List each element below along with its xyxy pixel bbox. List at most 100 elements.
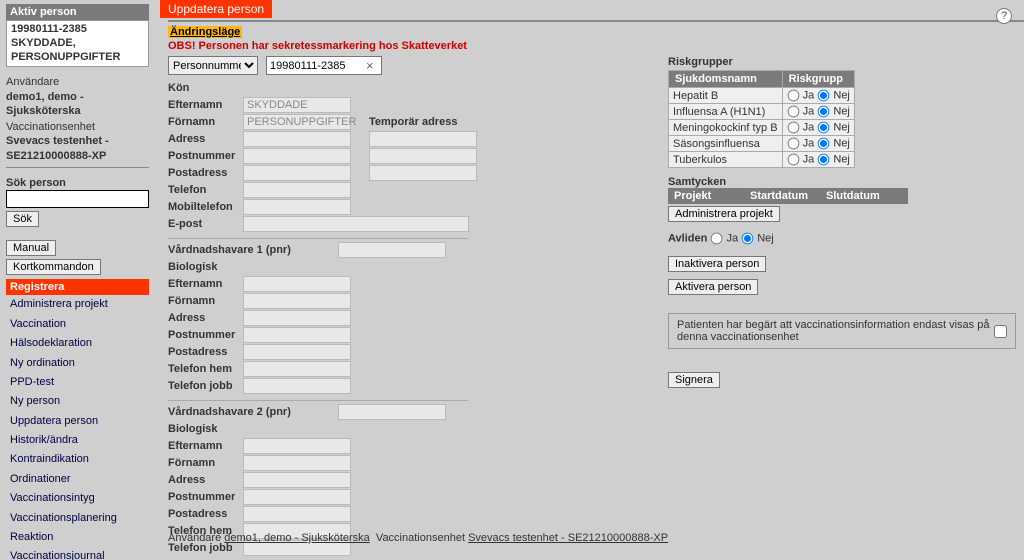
avliden-ja-radio[interactable]: [711, 233, 723, 245]
risk-ja-radio[interactable]: [787, 154, 799, 166]
vaccinfo-restrict-checkbox[interactable]: [994, 325, 1007, 338]
id-type-select[interactable]: Personnummer: [168, 56, 258, 75]
kortkommandon-button[interactable]: Kortkommandon: [6, 259, 101, 275]
adress-label: Adress: [168, 132, 243, 146]
nav-ordinationer[interactable]: Ordinationer: [6, 470, 149, 489]
personnummer-input[interactable]: [266, 56, 382, 75]
vh2-efternamn-field[interactable]: [243, 438, 351, 454]
active-person-name1: SKYDDADE,: [11, 37, 144, 51]
vh1-pnr-field[interactable]: [338, 242, 446, 258]
vh1-fornamn-field[interactable]: [243, 293, 351, 309]
search-input[interactable]: [6, 190, 149, 208]
risk-ja-radio[interactable]: [787, 90, 799, 102]
vh1-adress-field[interactable]: [243, 310, 351, 326]
risk-th-sjukdom: Sjukdomsnamn: [669, 71, 783, 88]
kon-label: Kön: [168, 81, 243, 95]
signera-button[interactable]: Signera: [668, 372, 720, 388]
samtycken-title: Samtycken: [668, 176, 1016, 188]
active-person-name2: PERSONUPPGIFTER: [11, 51, 144, 65]
search-button[interactable]: Sök: [6, 211, 39, 227]
nav-vaccinationsplanering[interactable]: Vaccinationsplanering: [6, 509, 149, 528]
riskgrupper-title: Riskgrupper: [668, 56, 1016, 68]
vh1-efternamn-label: Efternamn: [168, 277, 243, 291]
vh1-postnummer-field[interactable]: [243, 327, 351, 343]
risk-nej-radio[interactable]: [818, 154, 830, 166]
active-person-id: 19980111-2385: [11, 23, 144, 37]
administrera-projekt-button[interactable]: Administrera projekt: [668, 206, 780, 222]
nav-administrera-projekt[interactable]: Administrera projekt: [6, 295, 149, 314]
avliden-nej-radio[interactable]: [742, 233, 754, 245]
telefon-field[interactable]: [243, 182, 351, 198]
nav-reaktion[interactable]: Reaktion: [6, 528, 149, 547]
vh2-pnr-field[interactable]: [338, 404, 446, 420]
risk-ja-radio[interactable]: [787, 138, 799, 150]
risk-nej-radio[interactable]: [818, 122, 830, 134]
nav-vaccinationsjournal[interactable]: Vaccinationsjournal: [6, 547, 149, 560]
vh1-label: Vårdnadshavare 1 (pnr): [168, 243, 338, 257]
vh2-postnummer-label: Postnummer: [168, 490, 243, 504]
efternamn-label: Efternamn: [168, 98, 243, 112]
postadress-label: Postadress: [168, 166, 243, 180]
postnummer-field[interactable]: [243, 148, 351, 164]
aktivera-person-button[interactable]: Aktivera person: [668, 279, 758, 295]
risk-nej-radio[interactable]: [818, 90, 830, 102]
risk-table: SjukdomsnamnRiskgrupp Hepatit B Ja Nej I…: [668, 70, 855, 168]
sekretess-warning: OBS! Personen har sekretessmarkering hos…: [168, 40, 1016, 52]
vh1-postadress-label: Postadress: [168, 345, 243, 359]
temp-postnummer-field[interactable]: [369, 148, 477, 164]
nav-vaccination[interactable]: Vaccination: [6, 315, 149, 334]
postnummer-label: Postnummer: [168, 149, 243, 163]
temp-adress-label: Temporär adress: [369, 116, 457, 128]
footer-line: Användare demo1, demo - Sjuksköterska Va…: [168, 532, 668, 544]
nav-uppdatera-person[interactable]: Uppdatera person: [6, 412, 149, 431]
vh1-teljobb-label: Telefon jobb: [168, 379, 243, 393]
vh2-efternamn-label: Efternamn: [168, 439, 243, 453]
epost-label: E-post: [168, 217, 243, 231]
nav-halsodeklaration[interactable]: Hälsodeklaration: [6, 334, 149, 353]
mobil-label: Mobiltelefon: [168, 200, 243, 214]
nav-ny-person[interactable]: Ny person: [6, 392, 149, 411]
vh2-fornamn-field[interactable]: [243, 455, 351, 471]
fornamn-field: PERSONUPPGIFTER: [243, 114, 351, 130]
nav-ppd-test[interactable]: PPD-test: [6, 373, 149, 392]
user-label: Användare: [6, 75, 149, 89]
vh2-biologisk-label: Biologisk: [168, 422, 243, 436]
temp-adress-field[interactable]: [369, 131, 477, 147]
nav-historik-andra[interactable]: Historik/ändra: [6, 431, 149, 450]
vh1-adress-label: Adress: [168, 311, 243, 325]
nav-kontraindikation[interactable]: Kontraindikation: [6, 450, 149, 469]
page-title: Uppdatera person: [160, 0, 272, 18]
mobil-field[interactable]: [243, 199, 351, 215]
risk-row: Säsongsinfluensa Ja Nej: [669, 136, 855, 152]
clear-icon[interactable]: ×: [366, 58, 374, 73]
avliden-label: Avliden: [668, 232, 707, 244]
vh2-adress-field[interactable]: [243, 472, 351, 488]
manual-button[interactable]: Manual: [6, 240, 56, 256]
vh1-postadress-field[interactable]: [243, 344, 351, 360]
nav-ny-ordination[interactable]: Ny ordination: [6, 354, 149, 373]
efternamn-field: SKYDDADE: [243, 97, 351, 113]
telefon-label: Telefon: [168, 183, 243, 197]
vh1-efternamn-field[interactable]: [243, 276, 351, 292]
adress-field[interactable]: [243, 131, 351, 147]
risk-ja-radio[interactable]: [787, 106, 799, 118]
risk-nej-radio[interactable]: [818, 138, 830, 150]
risk-nej-radio[interactable]: [818, 106, 830, 118]
epost-field[interactable]: [243, 216, 469, 232]
vaccinfo-restrict-text: Patienten har begärt att vaccinationsinf…: [677, 319, 991, 343]
vh2-postnummer-field[interactable]: [243, 489, 351, 505]
vh2-postadress-label: Postadress: [168, 507, 243, 521]
risk-th-grupp: Riskgrupp: [782, 71, 854, 88]
risk-row: Tuberkulos Ja Nej: [669, 152, 855, 168]
fornamn-label: Förnamn: [168, 115, 243, 129]
vh2-postadress-field[interactable]: [243, 506, 351, 522]
inaktivera-person-button[interactable]: Inaktivera person: [668, 256, 766, 272]
vh1-teljobb-field[interactable]: [243, 378, 351, 394]
temp-postadress-field[interactable]: [369, 165, 477, 181]
risk-ja-radio[interactable]: [787, 122, 799, 134]
nav-vaccinationsintyg[interactable]: Vaccinationsintyg: [6, 489, 149, 508]
postadress-field[interactable]: [243, 165, 351, 181]
risk-row: Hepatit B Ja Nej: [669, 88, 855, 104]
vh1-telhem-field[interactable]: [243, 361, 351, 377]
samtycken-header: Projekt Startdatum Slutdatum: [668, 188, 908, 204]
